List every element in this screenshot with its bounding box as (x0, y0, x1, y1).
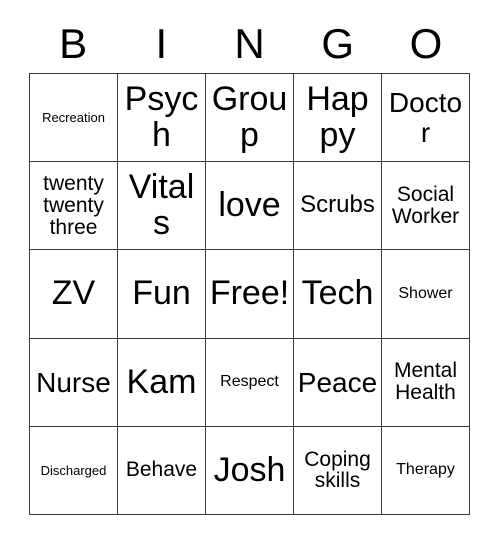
bingo-cell-label: Shower (398, 284, 453, 302)
bingo-cell[interactable]: Social Worker (382, 162, 470, 251)
bingo-cell-label: twenty twenty three (43, 172, 104, 239)
bingo-cell[interactable]: Tech (294, 250, 382, 339)
bingo-cell-label: Recreation (42, 109, 105, 125)
bingo-cell[interactable]: Fun (118, 250, 206, 339)
bingo-cell[interactable]: Therapy (382, 426, 470, 515)
bingo-cell-label: Vitals (128, 168, 195, 242)
bingo-cell-label: Psych (124, 80, 199, 154)
bingo-header-letter-b: B (59, 19, 88, 67)
bingo-cell[interactable]: Group (206, 74, 294, 163)
bingo-cell-label: Therapy (396, 461, 455, 479)
bingo-cell[interactable]: Nurse (30, 338, 118, 427)
bingo-cell-label: Coping skills (304, 447, 371, 493)
bingo-cell-label: Josh (213, 450, 286, 489)
bingo-cell-label: Group (211, 80, 288, 154)
bingo-cell[interactable]: Vitals (118, 162, 206, 251)
bingo-cell-label: Social Worker (391, 182, 460, 228)
bingo-cell[interactable]: Discharged (30, 426, 118, 515)
bingo-cell-label: Scrubs (300, 191, 375, 219)
bingo-cell[interactable]: Happy (294, 74, 382, 163)
bingo-cell[interactable]: ZV (30, 250, 118, 339)
bingo-cell-label: Kam (126, 362, 197, 401)
bingo-cell-label: Happy (306, 80, 369, 154)
bingo-cell-label: ZV (51, 274, 96, 313)
bingo-cell-label: Discharged (40, 462, 107, 478)
bingo-header-letter-i: I (155, 19, 168, 67)
bingo-cell[interactable]: Mental Health (382, 338, 470, 427)
bingo-header-letter-n: N (234, 19, 265, 67)
bingo-cell-label: Tech (301, 274, 374, 313)
bingo-card: B I N G O Recreation Psych Group Happy D… (0, 0, 500, 544)
bingo-cell[interactable]: Coping skills (294, 426, 382, 515)
bingo-cell[interactable]: twenty twenty three (30, 162, 118, 251)
bingo-cell[interactable]: Psych (118, 74, 206, 163)
bingo-cell-label: Respect (220, 372, 279, 390)
bingo-cell-label: love (218, 186, 281, 225)
bingo-header: B I N G O (29, 14, 470, 73)
bingo-cell-label: Nurse (36, 366, 111, 398)
bingo-cell[interactable]: Recreation (30, 74, 118, 163)
bingo-cell[interactable]: Kam (118, 338, 206, 427)
bingo-cell[interactable]: Doctor (382, 74, 470, 163)
bingo-cell-label: Peace (297, 366, 378, 398)
bingo-cell-label: Mental Health (393, 359, 458, 405)
bingo-cell-label: Doctor (388, 87, 463, 148)
bingo-grid: Recreation Psych Group Happy Doctor twen… (29, 73, 470, 515)
bingo-cell-label: Fun (132, 274, 191, 313)
bingo-cell[interactable]: Peace (294, 338, 382, 427)
bingo-header-letter-g: G (321, 19, 355, 67)
bingo-cell[interactable]: love (206, 162, 294, 251)
bingo-cell-free[interactable]: Free! (206, 250, 294, 339)
bingo-cell[interactable]: Scrubs (294, 162, 382, 251)
bingo-header-letter-o: O (409, 19, 443, 67)
bingo-cell-label: Free! (209, 274, 290, 313)
bingo-cell[interactable]: Behave (118, 426, 206, 515)
bingo-cell[interactable]: Shower (382, 250, 470, 339)
bingo-cell-label: Behave (125, 458, 198, 482)
bingo-cell[interactable]: Respect (206, 338, 294, 427)
bingo-cell[interactable]: Josh (206, 426, 294, 515)
